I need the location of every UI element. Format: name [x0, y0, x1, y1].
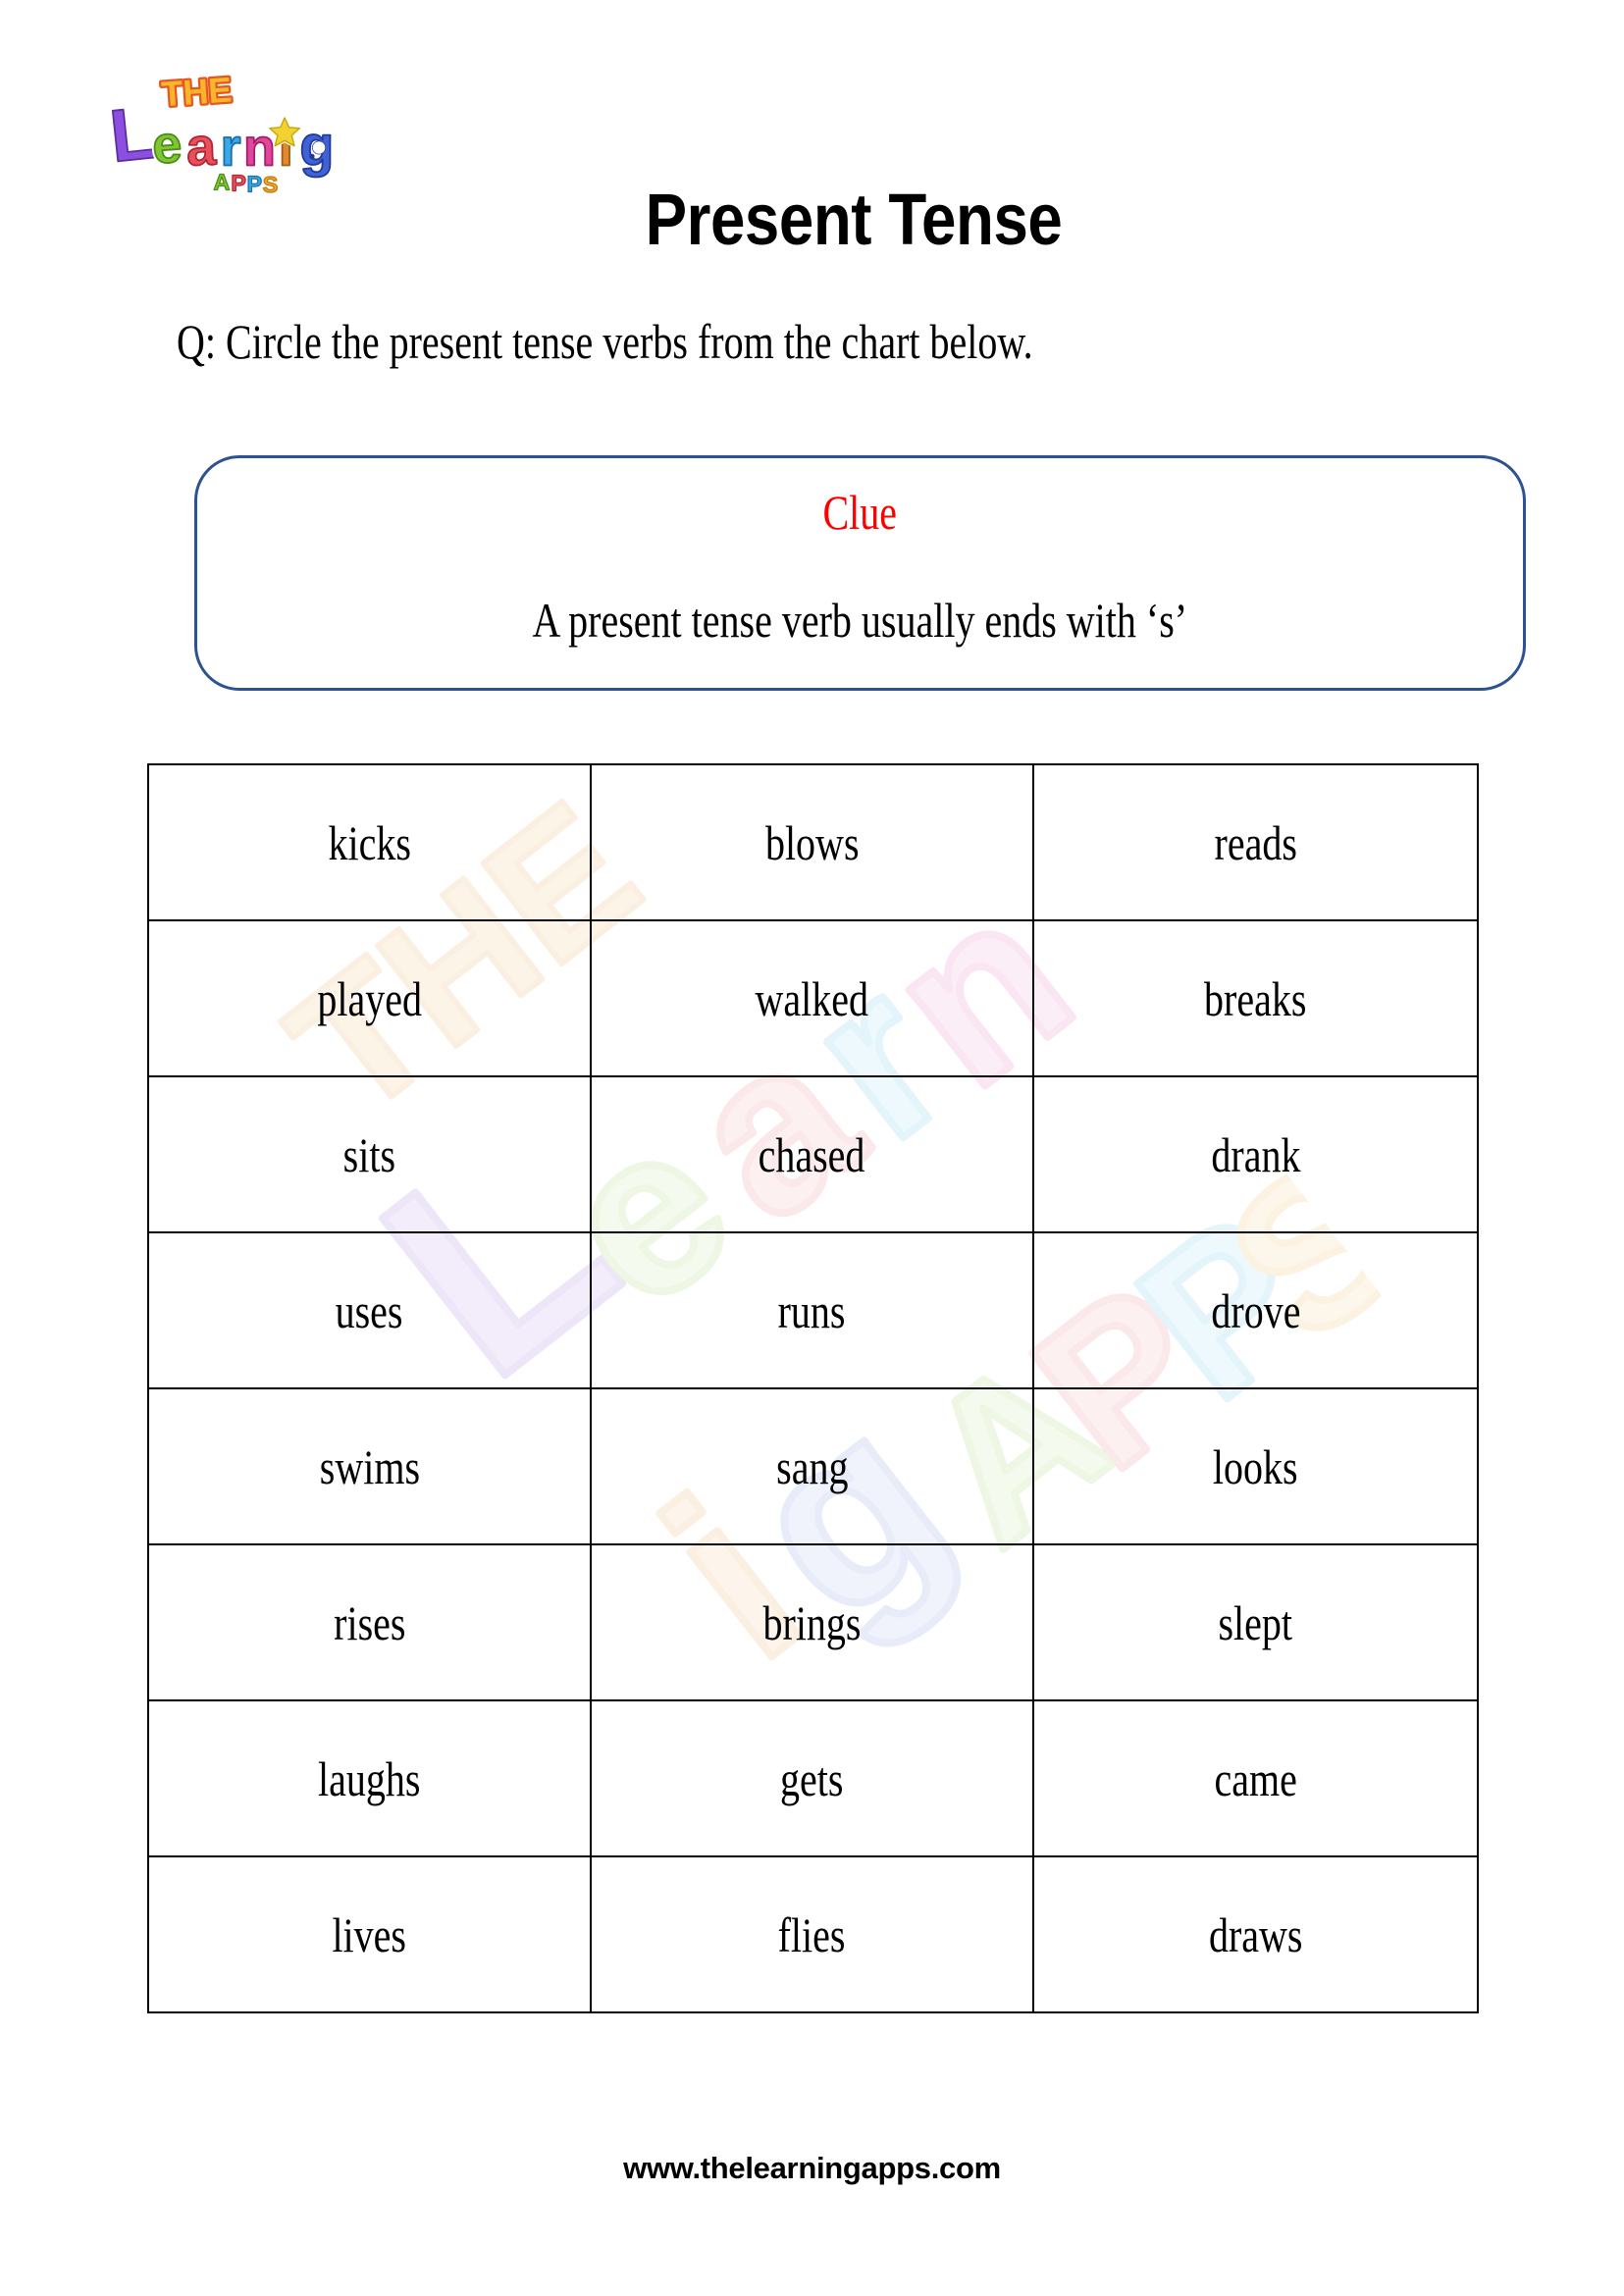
verb-cell[interactable]: walked: [590, 919, 1034, 1077]
table-row: swims sang looks: [147, 1387, 1479, 1545]
verb-cell[interactable]: draws: [1032, 1855, 1479, 2013]
table-row: uses runs drove: [147, 1231, 1479, 1389]
verb-cell[interactable]: reads: [1032, 763, 1479, 921]
verb-cell[interactable]: runs: [590, 1231, 1034, 1389]
verb-cell[interactable]: sang: [590, 1387, 1034, 1545]
worksheet-page: THE L e a r n i g A P P S THE L L e e a …: [0, 0, 1624, 2296]
verb-cell[interactable]: drove: [1032, 1231, 1479, 1389]
svg-text:a: a: [185, 117, 218, 177]
svg-text:P: P: [231, 170, 246, 194]
verb-cell[interactable]: brings: [590, 1543, 1034, 1701]
table-row: lives flies draws: [147, 1855, 1479, 2013]
verb-cell[interactable]: blows: [590, 763, 1034, 921]
svg-text:S: S: [263, 172, 279, 194]
table-row: kicks blows reads: [147, 763, 1479, 921]
verb-cell[interactable]: laughs: [147, 1699, 592, 1857]
table-row: sits chased drank: [147, 1075, 1479, 1233]
brand-logo: THE L L e e a a r r n n i i A A P P P P …: [102, 67, 367, 194]
svg-text:A: A: [213, 170, 230, 194]
question-text: Q: Circle the present tense verbs from t…: [177, 314, 1033, 369]
verb-cell[interactable]: slept: [1032, 1543, 1479, 1701]
table-row: played walked breaks: [147, 919, 1479, 1077]
clue-body: A present tense verb usually ends with ‘…: [532, 593, 1188, 648]
footer-url[interactable]: www.thelearningapps.com: [0, 2151, 1624, 2186]
verb-chart-table: kicks blows reads played walked breaks s…: [147, 763, 1479, 2013]
table-row: rises brings slept: [147, 1543, 1479, 1701]
table-row: laughs gets came: [147, 1699, 1479, 1857]
svg-text:r: r: [221, 118, 241, 177]
verb-chart-body: kicks blows reads played walked breaks s…: [147, 763, 1479, 2013]
svg-text:e: e: [150, 115, 183, 176]
svg-text:P: P: [247, 171, 263, 194]
page-title: Present Tense: [645, 179, 1063, 260]
verb-cell[interactable]: rises: [147, 1543, 592, 1701]
clue-box: Clue A present tense verb usually ends w…: [194, 455, 1526, 691]
verb-cell[interactable]: uses: [147, 1231, 592, 1389]
verb-cell[interactable]: played: [147, 919, 592, 1077]
clue-heading: Clue: [822, 485, 898, 540]
verb-cell[interactable]: flies: [590, 1855, 1034, 2013]
verb-cell[interactable]: kicks: [147, 763, 592, 921]
verb-cell[interactable]: gets: [590, 1699, 1034, 1857]
verb-cell[interactable]: breaks: [1032, 919, 1479, 1077]
verb-cell[interactable]: swims: [147, 1387, 592, 1545]
verb-cell[interactable]: drank: [1032, 1075, 1479, 1233]
verb-cell[interactable]: chased: [590, 1075, 1034, 1233]
verb-cell[interactable]: came: [1032, 1699, 1479, 1857]
logo-the: THE: [160, 70, 233, 114]
verb-cell[interactable]: lives: [147, 1855, 592, 2013]
verb-cell[interactable]: sits: [147, 1075, 592, 1233]
verb-cell[interactable]: looks: [1032, 1387, 1479, 1545]
